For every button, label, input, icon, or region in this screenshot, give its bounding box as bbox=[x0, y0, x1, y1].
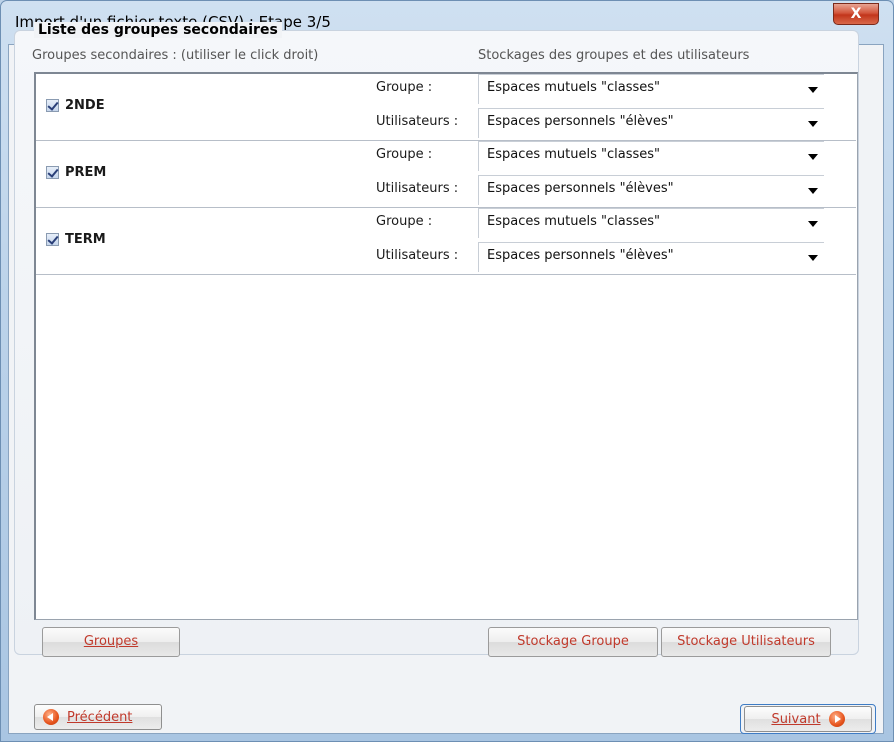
suivant-button[interactable]: Suivant bbox=[744, 706, 872, 732]
left-column-header: Groupes secondaires : (utiliser le click… bbox=[32, 48, 319, 63]
groups-list[interactable]: 2NDE Groupe : Espaces mutuels "classes" … bbox=[34, 72, 858, 620]
group-name: 2NDE bbox=[65, 98, 105, 113]
group-checkbox[interactable] bbox=[46, 166, 59, 179]
users-storage-label: Utilisateurs : bbox=[376, 248, 459, 263]
chevron-down-icon[interactable] bbox=[808, 87, 818, 93]
chevron-down-icon[interactable] bbox=[808, 255, 818, 261]
group-row[interactable]: 2NDE Groupe : Espaces mutuels "classes" … bbox=[36, 74, 856, 141]
group-storage-select[interactable]: Espaces mutuels "classes" bbox=[478, 208, 824, 238]
group-storage-label: Groupe : bbox=[376, 214, 433, 229]
groupbox-title: Liste des groupes secondaires bbox=[34, 22, 282, 38]
users-storage-label: Utilisateurs : bbox=[376, 181, 459, 196]
stockage-utilisateurs-label: Stockage Utilisateurs bbox=[677, 634, 815, 649]
group-storage-label: Groupe : bbox=[376, 147, 433, 162]
precedent-button[interactable]: Précédent bbox=[34, 704, 162, 730]
precedent-label: Précédent bbox=[67, 709, 133, 725]
stockage-utilisateurs-button[interactable]: Stockage Utilisateurs bbox=[661, 627, 831, 657]
groupes-button-label: Groupes bbox=[83, 634, 139, 649]
group-checkbox[interactable] bbox=[46, 233, 59, 246]
group-name-cell: TERM bbox=[46, 232, 106, 247]
close-icon: X bbox=[850, 6, 862, 22]
group-storage-value: Espaces mutuels "classes" bbox=[487, 214, 661, 229]
group-name: TERM bbox=[65, 232, 106, 247]
users-storage-select[interactable]: Espaces personnels "élèves" bbox=[478, 175, 824, 205]
suivant-label: Suivant bbox=[771, 711, 821, 727]
chevron-down-icon[interactable] bbox=[808, 121, 818, 127]
users-storage-label: Utilisateurs : bbox=[376, 114, 459, 129]
stockage-groupe-button[interactable]: Stockage Groupe bbox=[488, 627, 658, 657]
users-storage-value: Espaces personnels "élèves" bbox=[487, 248, 674, 263]
right-column-header: Stockages des groupes et des utilisateur… bbox=[478, 48, 750, 63]
group-checkbox[interactable] bbox=[46, 99, 59, 112]
group-storage-value: Espaces mutuels "classes" bbox=[487, 147, 661, 162]
chevron-down-icon[interactable] bbox=[808, 221, 818, 227]
stockage-groupe-label: Stockage Groupe bbox=[517, 634, 629, 649]
close-button[interactable]: X bbox=[833, 3, 879, 25]
group-storage-value: Espaces mutuels "classes" bbox=[487, 80, 661, 95]
groupes-button[interactable]: Groupes bbox=[42, 627, 180, 657]
chevron-down-icon[interactable] bbox=[808, 154, 818, 160]
users-storage-value: Espaces personnels "élèves" bbox=[487, 114, 674, 129]
group-storage-label: Groupe : bbox=[376, 80, 433, 95]
group-name-cell: PREM bbox=[46, 165, 106, 180]
group-row[interactable]: PREM Groupe : Espaces mutuels "classes" … bbox=[36, 141, 856, 208]
users-storage-select[interactable]: Espaces personnels "élèves" bbox=[478, 242, 824, 272]
users-storage-select[interactable]: Espaces personnels "élèves" bbox=[478, 108, 824, 138]
arrow-right-icon bbox=[828, 711, 845, 727]
arrow-left-icon bbox=[43, 709, 59, 725]
users-storage-value: Espaces personnels "élèves" bbox=[487, 181, 674, 196]
group-storage-select[interactable]: Espaces mutuels "classes" bbox=[478, 74, 824, 104]
group-storage-select[interactable]: Espaces mutuels "classes" bbox=[478, 141, 824, 171]
group-name-cell: 2NDE bbox=[46, 98, 105, 113]
chevron-down-icon[interactable] bbox=[808, 188, 818, 194]
group-row[interactable]: TERM Groupe : Espaces mutuels "classes" … bbox=[36, 208, 856, 275]
group-name: PREM bbox=[65, 165, 107, 180]
